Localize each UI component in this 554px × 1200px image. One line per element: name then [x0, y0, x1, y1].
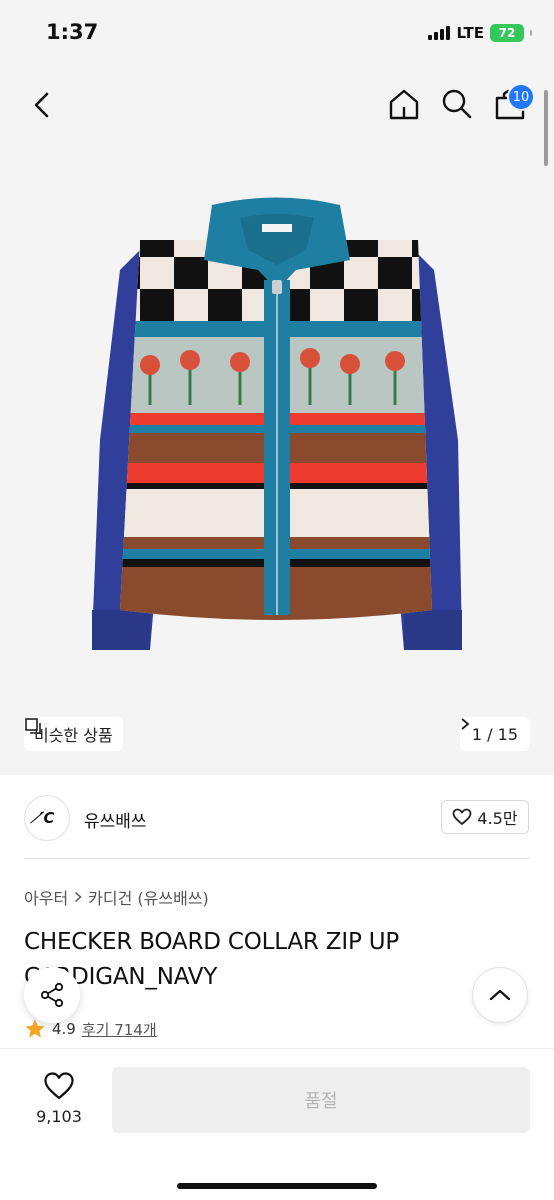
brand-logo-mark: ′̸C	[39, 809, 55, 827]
product-image	[92, 197, 462, 650]
share-button[interactable]	[24, 967, 80, 1023]
top-nav: 10	[0, 70, 554, 140]
bottom-action-bar: 9,103 품절	[0, 1048, 554, 1200]
breadcrumb: 아우터 카디건 (유쓰배쓰)	[24, 885, 209, 909]
brand-like-button[interactable]: 4.5만	[441, 800, 529, 834]
chevron-right-icon	[461, 718, 470, 730]
scroll-top-button[interactable]	[472, 967, 528, 1023]
battery-level: 72	[498, 26, 516, 40]
back-icon[interactable]	[26, 88, 60, 122]
heart-icon	[44, 1072, 74, 1100]
similar-products-button[interactable]: 비슷한 상품	[24, 717, 123, 751]
brand-logo[interactable]: ′̸C	[24, 795, 70, 841]
similar-products-label: 비슷한 상품	[34, 726, 113, 745]
battery-icon: 72	[490, 24, 524, 42]
search-icon[interactable]	[439, 86, 475, 122]
brand-row[interactable]: ′̸C 유쓰배쓰 4.5만	[0, 775, 554, 859]
product-image-carousel[interactable]: 비슷한 상품 1 / 15	[0, 140, 554, 775]
chevron-right-icon	[75, 891, 82, 903]
breadcrumb-subcategory[interactable]: 카디건 (유쓰배쓰)	[88, 885, 209, 909]
heart-icon	[453, 808, 472, 825]
cart-count-badge: 10	[507, 83, 535, 111]
scrollbar[interactable]	[544, 90, 548, 166]
status-time: 1:37	[46, 20, 99, 44]
image-pager[interactable]: 1 / 15	[459, 717, 530, 751]
similar-icon	[25, 718, 41, 734]
chevron-up-icon	[489, 989, 511, 1001]
breadcrumb-category[interactable]: 아우터	[24, 885, 68, 909]
image-pager-text: 1 / 15	[471, 724, 518, 744]
status-indicators: LTE 72	[428, 24, 532, 42]
signal-icon	[428, 26, 451, 40]
brand-like-count: 4.5만	[477, 809, 518, 828]
soldout-button[interactable]: 품절	[112, 1067, 530, 1133]
wishlist-button[interactable]: 9,103	[24, 1071, 94, 1126]
share-icon	[40, 982, 64, 1008]
battery-tip	[530, 30, 532, 36]
home-icon[interactable]	[386, 86, 422, 122]
home-indicator	[177, 1183, 377, 1189]
wishlist-count: 9,103	[36, 1107, 82, 1126]
network-label: LTE	[456, 24, 484, 42]
divider	[24, 858, 530, 859]
product-title: CHECKER BOARD COLLAR ZIP UP CARDIGAN_NAV…	[24, 929, 400, 990]
review-count-link[interactable]: 후기 714개	[82, 1019, 157, 1040]
brand-name[interactable]: 유쓰배쓰	[84, 807, 147, 832]
status-bar: 1:37 LTE 72	[0, 0, 554, 70]
